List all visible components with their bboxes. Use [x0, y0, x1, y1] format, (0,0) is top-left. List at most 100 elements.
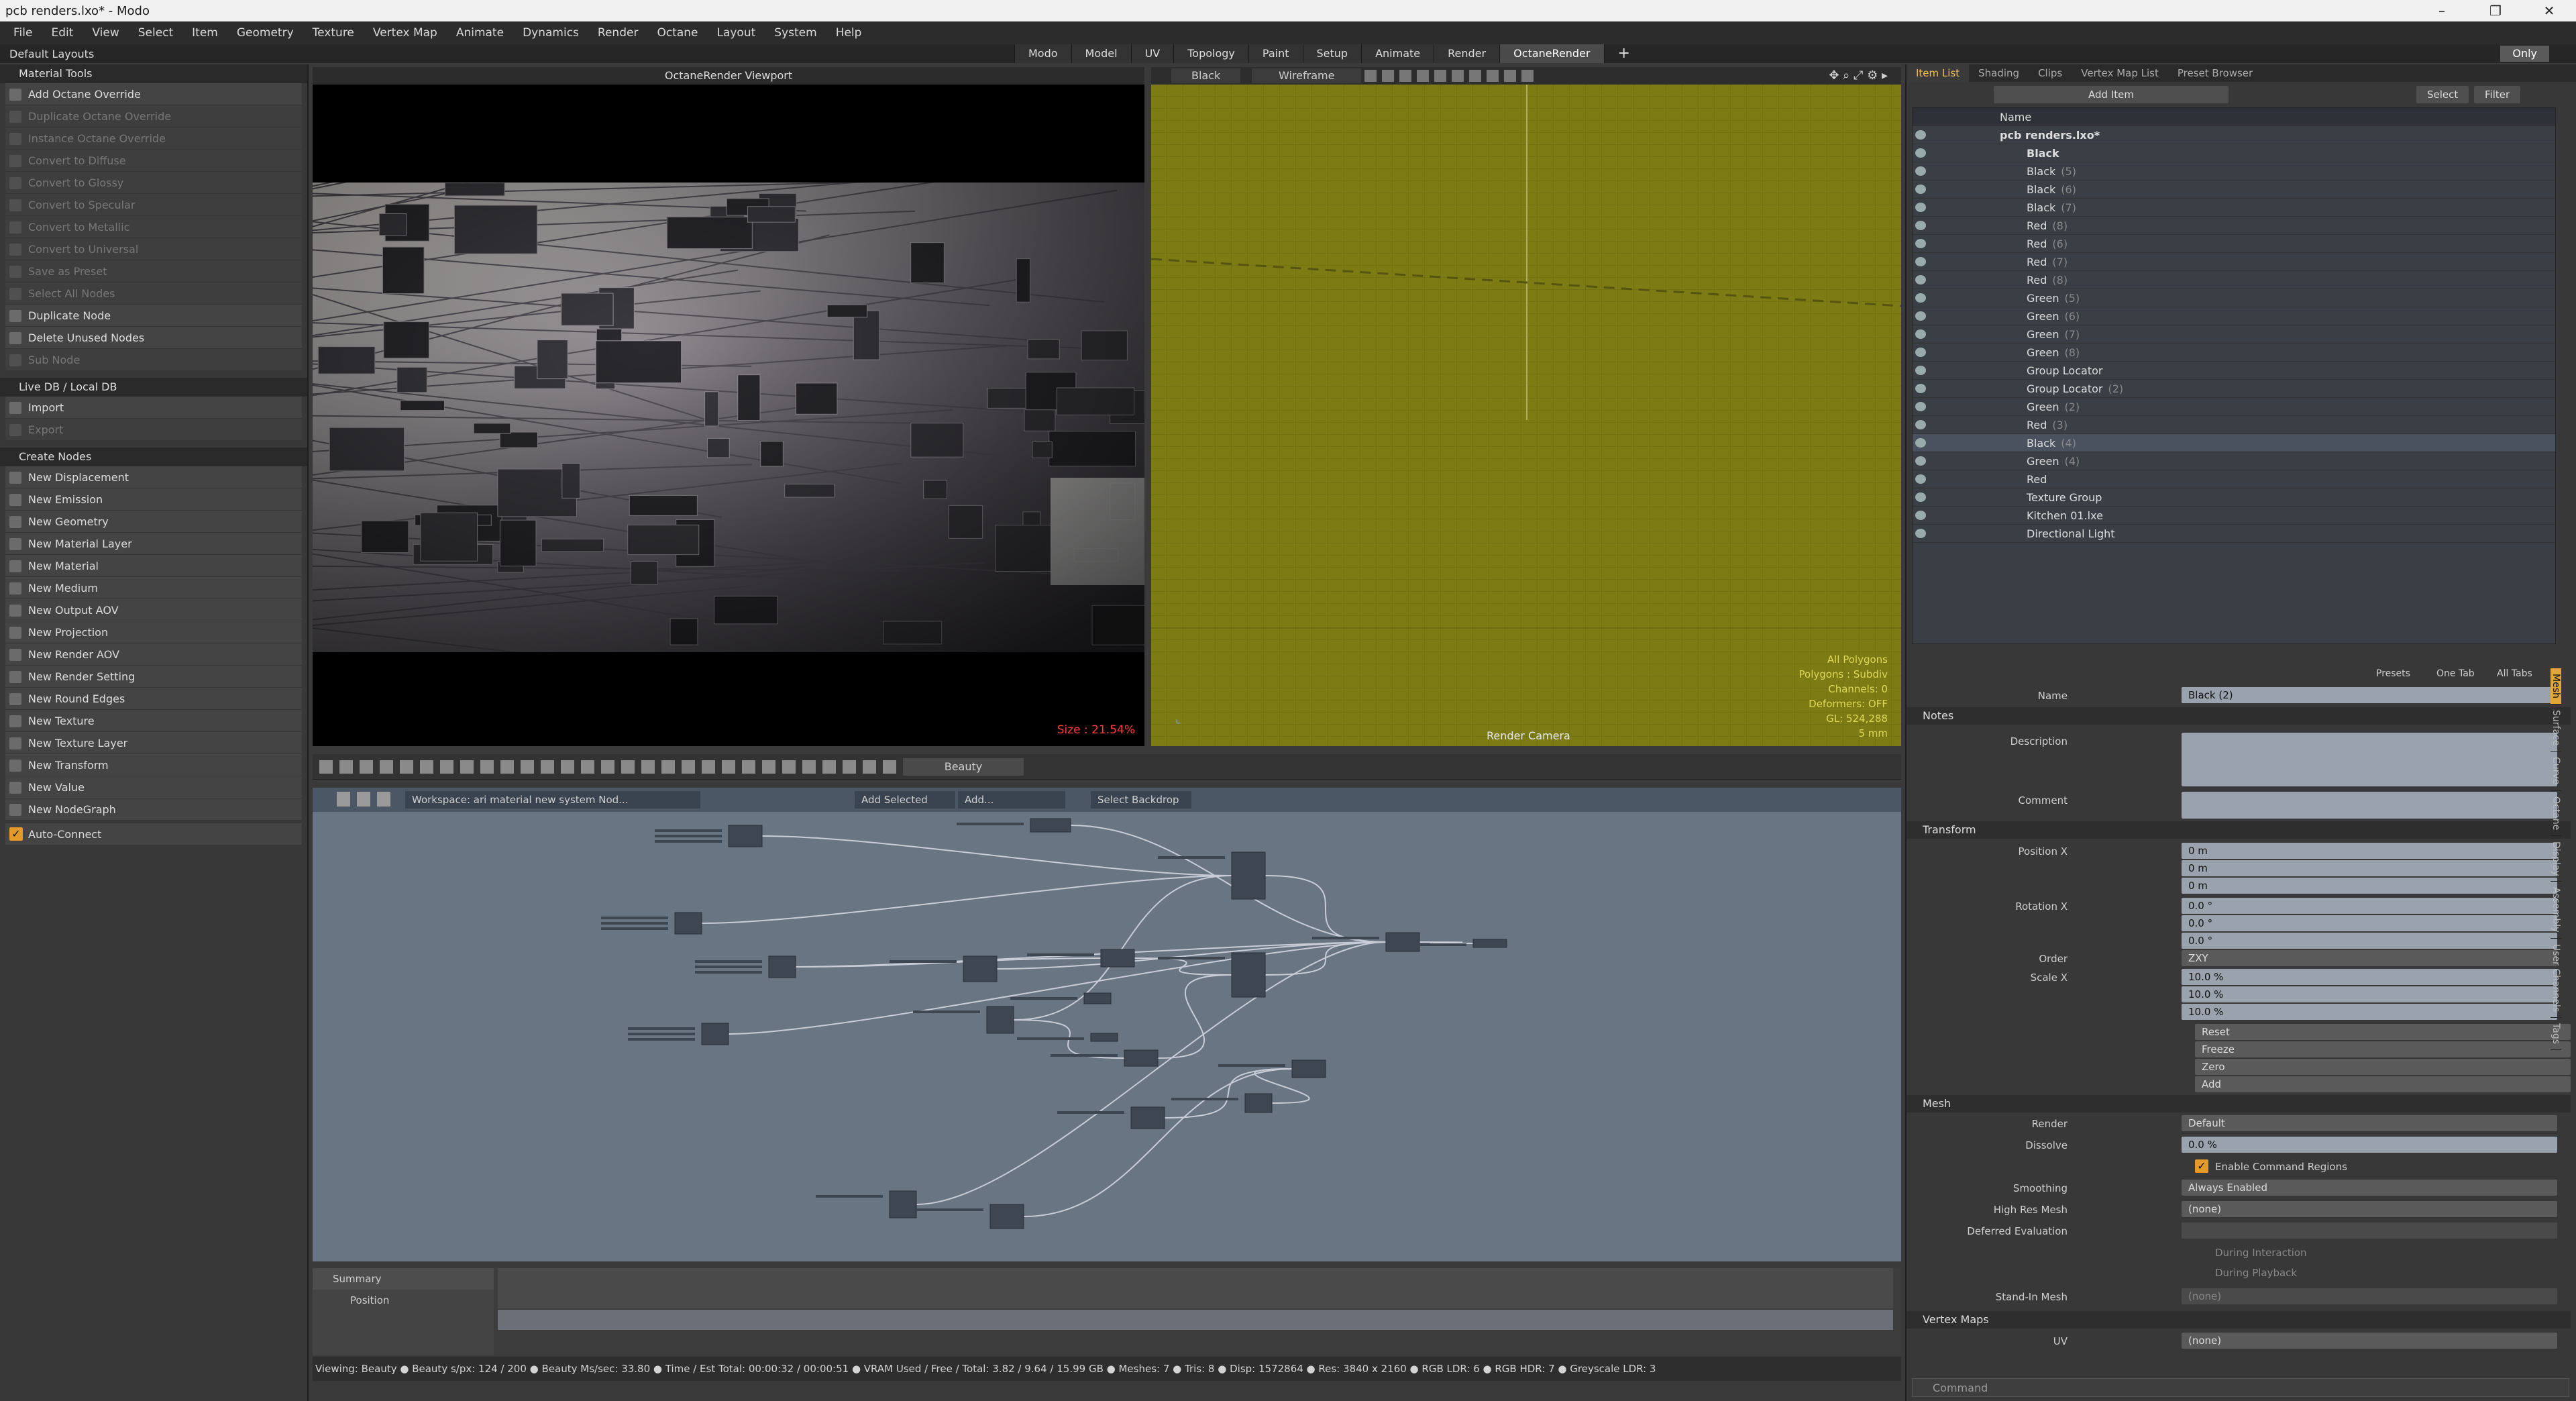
visibility-eye-icon[interactable]: [1915, 130, 1926, 140]
vertex-maps-section[interactable]: Vertex Maps: [1907, 1311, 2571, 1329]
vtab-user-channels[interactable]: User Channels: [2551, 939, 2561, 1019]
visibility-eye-icon[interactable]: [1915, 221, 1926, 230]
only-button[interactable]: Only: [2500, 46, 2549, 62]
tab-paint[interactable]: Paint: [1248, 44, 1303, 63]
menu-animate[interactable]: Animate: [447, 26, 513, 40]
visibility-eye-icon[interactable]: [1915, 402, 1926, 411]
tab-model[interactable]: Model: [1071, 44, 1131, 63]
node-connection[interactable]: [1419, 941, 1474, 944]
item-list-row[interactable]: Group Locator: [1913, 362, 2555, 380]
menu-view[interactable]: View: [83, 26, 128, 40]
node-graph[interactable]: [313, 812, 1901, 1261]
gl-shading-dropdown[interactable]: Wireframe: [1252, 68, 1362, 83]
graph-node[interactable]: [728, 825, 763, 847]
item-list-row[interactable]: Green (6): [1913, 307, 2555, 325]
description-field-value[interactable]: [2182, 733, 2557, 786]
visibility-eye-icon[interactable]: [1915, 257, 1926, 266]
gl-mode-dropdown[interactable]: Black: [1171, 68, 1241, 83]
create-node-item[interactable]: New Displacement: [5, 466, 302, 488]
timeline-ruler[interactable]: 01234567891011: [498, 1295, 1893, 1330]
add-node-dropdown[interactable]: Add...: [958, 791, 1065, 809]
menu-layout[interactable]: Layout: [707, 26, 765, 40]
tab-octanerender[interactable]: OctaneRender: [1499, 44, 1604, 63]
octane-viewport[interactable]: OctaneRender Viewport Size : 21.54%: [313, 67, 1144, 746]
rotation-y-value[interactable]: 0.0 °: [2182, 915, 2557, 931]
node-connection[interactable]: [1070, 825, 1387, 943]
node-editor-icons[interactable]: [337, 792, 392, 807]
rotation-z-value[interactable]: 0.0 °: [2182, 933, 2557, 949]
visibility-eye-icon[interactable]: [1915, 203, 1926, 212]
create-node-item[interactable]: New Emission: [5, 488, 302, 511]
menu-octane[interactable]: Octane: [647, 26, 707, 40]
select-backdrop-button[interactable]: Select Backdrop: [1091, 791, 1191, 809]
visibility-eye-icon[interactable]: [1915, 366, 1926, 375]
workspace-dropdown[interactable]: Workspace: ari material new system Nod..…: [405, 791, 700, 809]
deferred-evaluation-value[interactable]: [2182, 1223, 2557, 1239]
gl-viewport[interactable]: Black Wireframe ✥ ⌕ ⤢ ⚙ ▸ All Polygons Po…: [1151, 67, 1901, 746]
visibility-eye-icon[interactable]: [1915, 384, 1926, 393]
create-node-item[interactable]: New Material Layer: [5, 533, 302, 555]
transform-action-zero-value[interactable]: Zero: [2195, 1059, 2571, 1075]
default-layouts[interactable]: Default Layouts: [0, 48, 295, 60]
scale-y-value[interactable]: 10.0 %: [2182, 986, 2557, 1002]
scale-x-value[interactable]: 10.0 %: [2182, 969, 2557, 985]
graph-node[interactable]: [1291, 1059, 1326, 1078]
graph-node[interactable]: [986, 1006, 1014, 1034]
tab-topology[interactable]: Topology: [1173, 44, 1248, 63]
graph-node[interactable]: [889, 1190, 917, 1218]
render-dropdown-value[interactable]: Default: [2182, 1115, 2557, 1131]
close-icon[interactable]: ✕: [2522, 0, 2576, 21]
visibility-eye-icon[interactable]: [1915, 185, 1926, 194]
graph-node[interactable]: [1090, 1033, 1118, 1042]
item-list-row[interactable]: Green (7): [1913, 325, 2555, 344]
create-node-item[interactable]: New Medium: [5, 577, 302, 599]
graph-node[interactable]: [674, 912, 702, 935]
vtab-octane[interactable]: Octane: [2551, 791, 2561, 836]
item-list-row[interactable]: Red (6): [1913, 235, 2555, 253]
add-selected-button[interactable]: Add Selected: [855, 791, 955, 809]
item-list-row[interactable]: Black (5): [1913, 162, 2555, 180]
dissolve-field-value[interactable]: 0.0 %: [2182, 1137, 2557, 1153]
gl-toolbar-icons[interactable]: [1364, 70, 1539, 82]
render-pass-dropdown[interactable]: Beauty: [903, 758, 1024, 776]
item-list-row[interactable]: Texture Group: [1913, 488, 2555, 507]
item-list-row[interactable]: Kitchen 01.lxe: [1913, 507, 2555, 525]
menu-geometry[interactable]: Geometry: [227, 26, 303, 40]
filter-button[interactable]: Filter: [2474, 86, 2521, 103]
tab-modo[interactable]: Modo: [1014, 44, 1071, 63]
stand-in-mesh-dropdown-value[interactable]: (none): [2182, 1288, 2557, 1304]
menu-help[interactable]: Help: [826, 26, 871, 40]
item-list-row[interactable]: Black (4): [1913, 434, 2555, 452]
menu-file[interactable]: File: [4, 26, 42, 40]
high-res-mesh-dropdown-value[interactable]: (none): [2182, 1201, 2557, 1217]
smoothing-dropdown-value[interactable]: Always Enabled: [2182, 1180, 2557, 1196]
visibility-eye-icon[interactable]: [1915, 492, 1926, 502]
node-connection[interactable]: [701, 875, 1232, 924]
graph-node[interactable]: [1244, 1093, 1273, 1113]
visibility-eye-icon[interactable]: [1915, 148, 1926, 158]
item-list-row[interactable]: Red (3): [1913, 416, 2555, 434]
create-node-item[interactable]: New Projection: [5, 621, 302, 643]
item-list-row[interactable]: Black: [1913, 144, 2555, 162]
menu-render[interactable]: Render: [588, 26, 648, 40]
vtab-curve[interactable]: Curve: [2551, 751, 2561, 791]
notes-section[interactable]: Notes: [1907, 707, 2571, 725]
command-regions-checkbox[interactable]: ✓ Enable Command Regions: [1907, 1158, 2571, 1176]
graph-node[interactable]: [1231, 952, 1266, 998]
gl-nav-icons[interactable]: ✥ ⌕ ⤢ ⚙ ▸: [1829, 68, 1888, 83]
visibility-eye-icon[interactable]: [1915, 348, 1926, 357]
create-node-item[interactable]: New Geometry: [5, 511, 302, 533]
position-x-value[interactable]: 0 m: [2182, 843, 2557, 859]
tab-uv[interactable]: UV: [1130, 44, 1174, 63]
node-connection[interactable]: [1164, 1068, 1293, 1119]
item-list-tab-clips[interactable]: Clips: [2029, 64, 2072, 82]
item-list-row[interactable]: Black (6): [1913, 180, 2555, 199]
graph-node[interactable]: [989, 1204, 1024, 1229]
create-node-item[interactable]: New Texture: [5, 710, 302, 732]
order-dropdown-value[interactable]: ZXY: [2182, 950, 2557, 966]
graph-node[interactable]: [1472, 939, 1507, 948]
material-tool-item[interactable]: Delete Unused Nodes: [5, 327, 302, 349]
graph-node[interactable]: [1030, 818, 1071, 833]
vtab-assembly[interactable]: Assembly: [2551, 882, 2561, 939]
graph-node[interactable]: [1385, 932, 1420, 952]
